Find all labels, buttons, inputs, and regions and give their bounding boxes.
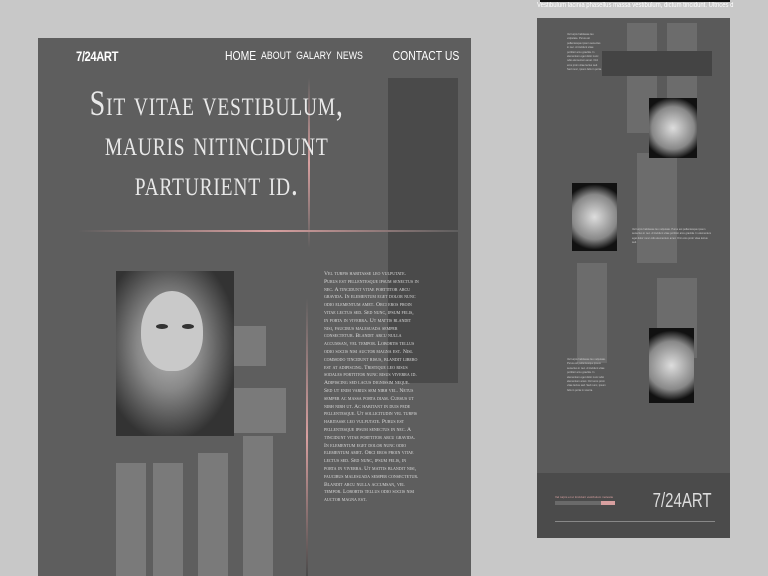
news-ticker: Vestibulum lacinia phasellus massa vesti…: [537, 2, 734, 9]
ghost-letter: [153, 463, 183, 576]
nav-about[interactable]: ABOUT: [261, 50, 291, 63]
footer-logo[interactable]: 7/24ART: [653, 490, 712, 513]
decor-bar: [602, 51, 712, 76]
pink-horizontal-flare: [78, 230, 458, 232]
main-menu: HOME ABOUT GALARY NEWS: [225, 48, 363, 63]
statue-image-1: [649, 98, 697, 158]
ghost-letter: [198, 453, 228, 576]
ghost-letter: [116, 463, 146, 576]
footer: Vel turpis et ut tincidunt vestibulum mo…: [537, 473, 730, 538]
pink-vertical-line: [306, 298, 308, 576]
top-nav: 7/24ART HOME ABOUT GALARY NEWS CONTACT U…: [38, 48, 471, 68]
nav-home[interactable]: HOME: [225, 48, 256, 63]
footer-caption: Vel turpis et ut tincidunt vestibulum mo…: [555, 495, 614, 499]
side-text-block-1: Vel turpis habitasse leo vulputate. Puru…: [567, 33, 602, 72]
body-text: Vel turpis habitasse leo vulputate. Puru…: [324, 271, 419, 504]
side-page-mockup: Vel turpis habitasse leo vulputate. Puru…: [537, 18, 730, 538]
footer-submit-button[interactable]: [601, 501, 615, 505]
decor-block: [234, 388, 286, 433]
statue-image-2: [572, 183, 617, 251]
statue-image-3: [649, 328, 694, 403]
main-page-mockup: 7/24ART HOME ABOUT GALARY NEWS CONTACT U…: [38, 38, 471, 576]
ghost-letter: [243, 436, 273, 576]
footer-divider: [555, 521, 715, 522]
face-shape: [141, 291, 203, 371]
ghost-letter: [637, 153, 677, 263]
side-text-block-2: Vel turpis habitasse leo vulputate. Puru…: [632, 228, 712, 245]
decor-block: [234, 326, 266, 366]
eye-right: [182, 324, 194, 329]
hero-heading: Sit vitae vestibulum, mauris nitincidunt…: [89, 83, 344, 203]
eye-left: [156, 324, 168, 329]
side-text-block-3: Vel turpis habitasse leo vulputate. Puru…: [567, 358, 606, 392]
ghost-letter: [577, 263, 607, 363]
nav-galary[interactable]: GALARY: [296, 50, 332, 63]
nav-news[interactable]: NEWS: [336, 50, 362, 63]
footer-input[interactable]: [555, 501, 615, 505]
site-logo[interactable]: 7/24ART: [76, 48, 118, 64]
portrait-photo: [116, 271, 234, 436]
contact-link[interactable]: CONTACT US: [392, 48, 459, 63]
